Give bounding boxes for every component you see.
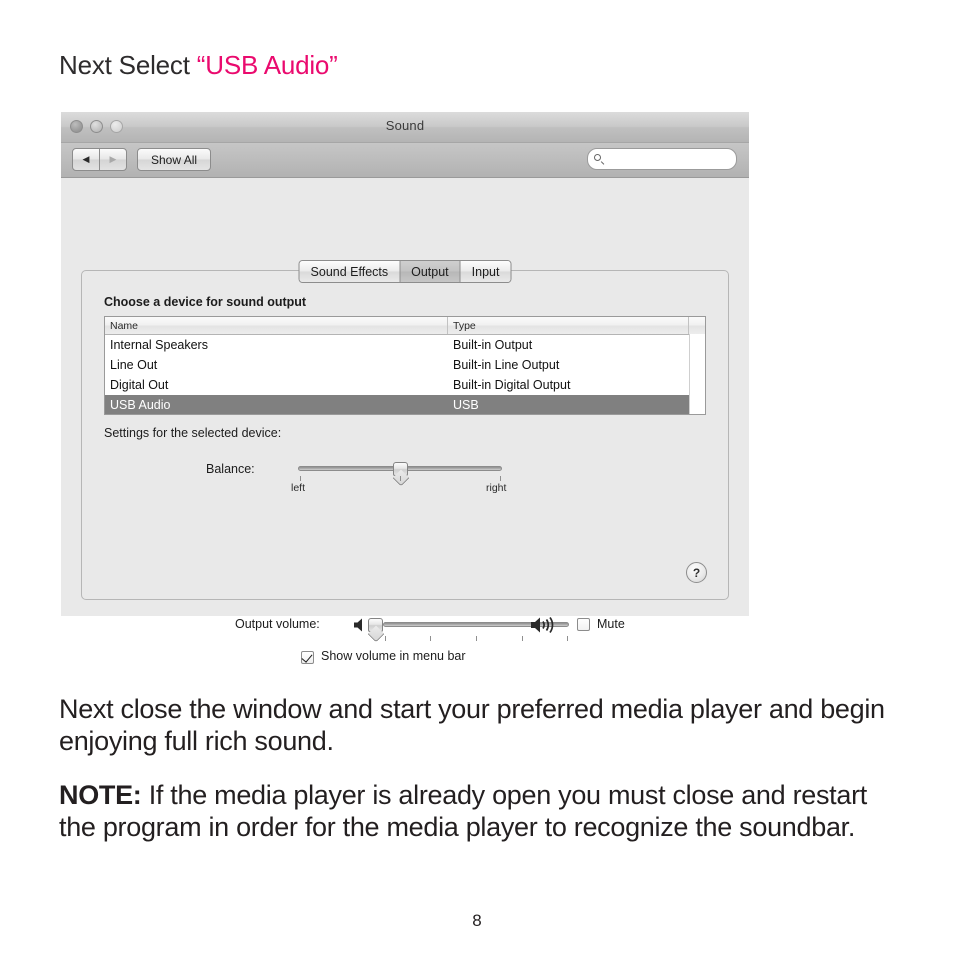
navigation-button-group: ◀ ▶: [72, 148, 127, 171]
sound-preferences-window: Sound ◀ ▶ Show All Sound Effects Output …: [61, 112, 749, 664]
balance-tick-left: [300, 476, 301, 481]
window-title: Sound: [385, 118, 425, 133]
search-box[interactable]: [587, 148, 737, 170]
cell-device-name: Internal Speakers: [110, 338, 208, 352]
column-header-type[interactable]: Type: [448, 317, 689, 334]
page-headline: Next Select “USB Audio”: [59, 50, 338, 81]
body-paragraph-1: Next close the window and start your pre…: [59, 694, 885, 756]
table-header-row: Name Type: [105, 317, 705, 335]
page-number: 8: [472, 911, 482, 930]
table-row-selected[interactable]: USB Audio USB: [105, 395, 705, 414]
balance-right-label: right: [486, 482, 507, 494]
output-volume-label: Output volume:: [235, 617, 320, 631]
show-volume-checkbox[interactable]: [301, 651, 314, 664]
cell-device-type: Built-in Line Output: [453, 358, 560, 372]
tab-bar: Sound Effects Output Input: [298, 260, 512, 283]
search-input[interactable]: [605, 153, 736, 165]
balance-tick-right: [500, 476, 501, 481]
cell-device-type: USB: [453, 398, 479, 412]
table-row[interactable]: Internal Speakers Built-in Output: [105, 335, 705, 355]
mute-label: Mute: [597, 617, 625, 631]
tab-input[interactable]: Input: [460, 261, 511, 282]
show-volume-label: Show volume in menu bar: [321, 649, 466, 663]
note-text: If the media player is already open you …: [59, 780, 867, 842]
volume-tick-2: [430, 636, 431, 641]
search-icon: [594, 153, 605, 165]
cell-device-name: Digital Out: [110, 378, 169, 392]
tab-output[interactable]: Output: [400, 261, 461, 282]
table-scrollbar[interactable]: [689, 334, 705, 414]
preferences-body: Sound Effects Output Input Choose a devi…: [61, 178, 749, 664]
show-all-button[interactable]: Show All: [137, 148, 212, 171]
settings-label: Settings for the selected device:: [104, 426, 282, 440]
panel-heading: Choose a device for sound output: [104, 295, 307, 309]
output-volume-slider-thumb[interactable]: [368, 618, 383, 632]
window-titlebar: Sound: [61, 112, 749, 143]
back-arrow-icon[interactable]: ◀: [73, 149, 100, 170]
volume-tick-1: [385, 636, 386, 641]
cell-device-name: USB Audio: [110, 398, 171, 412]
volume-tick-5: [567, 636, 568, 641]
speaker-loud-icon: [531, 616, 554, 634]
tab-sound-effects[interactable]: Sound Effects: [299, 261, 401, 282]
headline-prefix: Next Select: [59, 50, 197, 80]
output-volume-row: Output volume: Mute Show volume in menu …: [61, 612, 749, 664]
balance-label: Balance:: [206, 462, 255, 476]
body-paragraph-note: NOTE: If the media player is already ope…: [59, 780, 889, 844]
balance-left-label: left: [291, 482, 306, 494]
balance-slider-thumb[interactable]: [393, 462, 408, 476]
cell-device-name: Line Out: [110, 358, 158, 372]
table-row[interactable]: Line Out Built-in Line Output: [105, 355, 705, 375]
device-table[interactable]: Name Type Internal Speakers Built-in Out…: [104, 316, 706, 415]
headline-quoted-term: “USB Audio”: [196, 50, 338, 80]
cell-device-type: Built-in Digital Output: [453, 378, 571, 392]
volume-tick-4: [522, 636, 523, 641]
mute-checkbox[interactable]: [577, 618, 590, 631]
balance-tick-center: [400, 476, 401, 481]
column-header-name[interactable]: Name: [105, 317, 448, 334]
help-button[interactable]: ?: [686, 562, 707, 583]
column-header-spacer: [689, 317, 705, 334]
note-prefix: NOTE:: [59, 780, 142, 810]
volume-tick-3: [476, 636, 477, 641]
forward-arrow-icon[interactable]: ▶: [100, 149, 126, 170]
table-row[interactable]: Digital Out Built-in Digital Output: [105, 375, 705, 395]
cell-device-type: Built-in Output: [453, 338, 533, 352]
window-toolbar: ◀ ▶ Show All: [61, 143, 749, 178]
output-panel: Choose a device for sound output Name Ty…: [81, 270, 729, 600]
